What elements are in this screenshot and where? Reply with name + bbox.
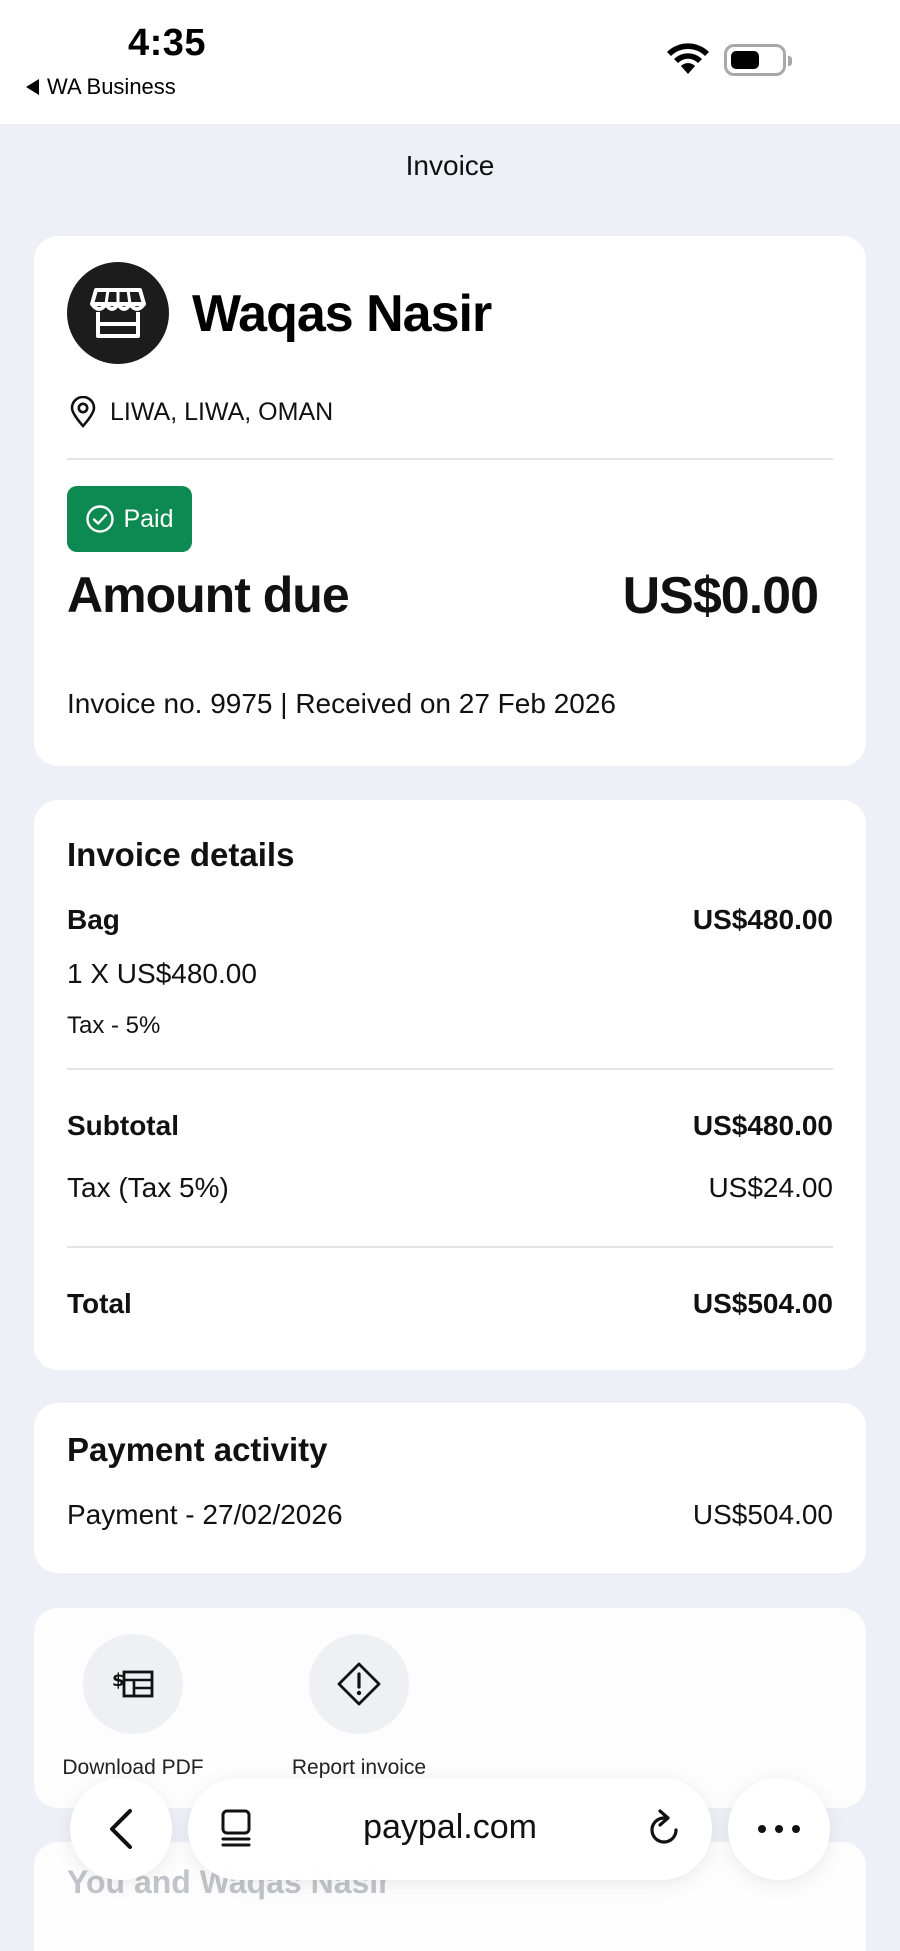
merchant-avatar <box>67 262 169 364</box>
svg-text:$: $ <box>112 1670 125 1691</box>
browser-back-button[interactable] <box>70 1778 172 1880</box>
amount-due-value: US$0.00 <box>622 567 819 625</box>
location-pin-icon <box>70 396 96 428</box>
status-badge-label: Paid <box>123 504 174 533</box>
amount-due-label: Amount due <box>67 567 350 623</box>
payment-entry-value: US$504.00 <box>692 1499 833 1530</box>
divider <box>67 1246 833 1248</box>
back-app-label: WA Business <box>47 74 176 99</box>
invoice-meta: Invoice no. 9975 | Received on 27 Feb 20… <box>67 688 616 719</box>
url-text[interactable]: paypal.com <box>188 1808 712 1847</box>
reload-icon[interactable] <box>646 1808 682 1848</box>
tax-value: US$24.00 <box>708 1172 833 1203</box>
total-value: US$504.00 <box>692 1288 833 1319</box>
store-icon <box>90 288 146 338</box>
page-title: Invoice <box>405 150 495 181</box>
divider <box>67 458 833 460</box>
chevron-left-icon <box>110 1809 132 1849</box>
payment-entry-label: Payment - 27/02/2026 <box>67 1499 343 1530</box>
warning-diamond-icon <box>337 1662 381 1706</box>
report-invoice-circle[interactable] <box>309 1634 409 1734</box>
tax-label: Tax (Tax 5%) <box>67 1172 229 1203</box>
wifi-icon <box>667 43 709 74</box>
merchant-location: LIWA, LIWA, OMAN <box>70 396 333 428</box>
more-dots-icon <box>758 1825 800 1833</box>
more-options-button[interactable] <box>728 1778 830 1880</box>
invoice-details-card: Invoice details Bag US$480.00 1 X US$480… <box>34 800 866 1370</box>
item-qty-price: 1 X US$480.00 <box>67 958 257 989</box>
status-bar: 4:35 WA Business <box>0 0 900 124</box>
download-pdf-circle[interactable]: $ <box>83 1634 183 1734</box>
address-bar[interactable]: paypal.com <box>188 1778 712 1880</box>
divider <box>67 1068 833 1070</box>
back-triangle-icon <box>26 79 39 95</box>
download-pdf-button[interactable]: $ Download PDF <box>33 1634 233 1780</box>
payment-activity-card: Payment activity Payment - 27/02/2026 US… <box>34 1403 866 1573</box>
battery-icon <box>724 44 792 76</box>
invoice-download-icon: $ <box>112 1670 154 1698</box>
total-label: Total <box>67 1288 132 1319</box>
status-time: 4:35 <box>128 22 207 64</box>
subtotal-value: US$480.00 <box>692 1110 833 1141</box>
invoice-summary-card: Waqas Nasir LIWA, LIWA, OMAN Paid Amount… <box>34 236 866 766</box>
browser-toolbar: paypal.com <box>0 1776 900 1886</box>
payment-activity-title: Payment activity <box>67 1431 328 1468</box>
item-tax: Tax - 5% <box>67 1012 161 1039</box>
subtotal-label: Subtotal <box>67 1110 179 1141</box>
back-to-app-link[interactable]: WA Business <box>26 74 176 100</box>
status-badge: Paid <box>67 486 192 552</box>
check-circle-icon <box>86 505 115 533</box>
item-name: Bag <box>67 904 120 935</box>
report-invoice-button[interactable]: Report invoice <box>259 1634 459 1780</box>
invoice-details-title: Invoice details <box>67 836 295 873</box>
item-amount: US$480.00 <box>692 904 833 935</box>
location-text: LIWA, LIWA, OMAN <box>110 397 334 426</box>
merchant-name: Waqas Nasir <box>192 285 492 343</box>
